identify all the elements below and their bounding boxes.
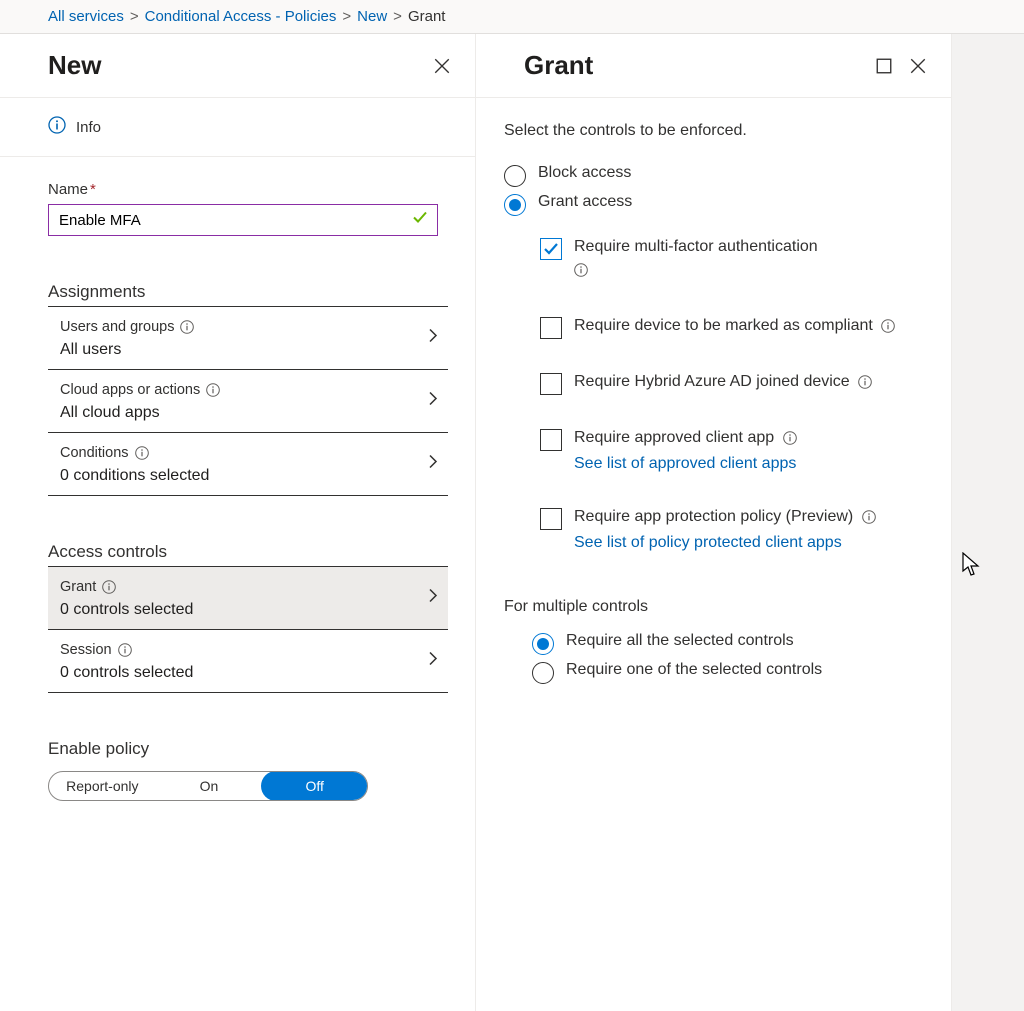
close-icon[interactable] [909,57,927,75]
checkmark-icon [412,210,428,231]
seg-off[interactable]: Off [261,771,368,801]
radio-icon [504,194,526,216]
check-require-mfa[interactable]: Require multi-factor authentication [540,236,923,283]
info-label: Info [76,119,101,136]
info-icon [118,643,132,657]
info-icon [135,446,149,460]
nav-item-value: 0 controls selected [60,664,442,682]
check-require-hybrid[interactable]: Require Hybrid Azure AD joined device [540,371,923,395]
breadcrumb-link[interactable]: New [357,8,387,25]
chevron-right-icon: > [342,8,351,25]
nav-item-value: All users [60,341,442,359]
grant-lead-text: Select the controls to be enforced. [504,122,923,140]
info-icon[interactable] [783,431,797,445]
checkbox-icon [540,317,562,339]
radio-icon [504,165,526,187]
chevron-right-icon: > [393,8,402,25]
nav-item-value: All cloud apps [60,404,442,422]
close-icon[interactable] [433,57,451,75]
radio-require-one[interactable]: Require one of the selected controls [532,661,923,684]
info-bar[interactable]: Info [0,98,475,157]
name-label: Name* [48,181,439,198]
nav-session[interactable]: Session 0 controls selected [48,630,448,693]
nav-conditions[interactable]: Conditions 0 conditions selected [48,433,448,496]
radio-label: Grant access [538,193,632,211]
seg-on[interactable]: On [156,772,263,800]
enable-policy-toggle[interactable]: Report-only On Off [48,771,368,801]
checkbox-label: Require device to be marked as compliant [574,317,873,334]
nav-item-value: 0 controls selected [60,601,442,619]
chevron-right-icon [426,455,440,474]
checkbox-icon [540,429,562,451]
chevron-right-icon [426,652,440,671]
panel-title: New [48,50,101,81]
enable-policy-heading: Enable policy [48,739,439,759]
seg-report-only[interactable]: Report-only [49,772,156,800]
checkbox-icon [540,373,562,395]
multiple-controls-heading: For multiple controls [504,598,923,616]
assignments-heading: Assignments [48,282,448,307]
nav-item-label: Grant [60,579,96,595]
panel-grant: Grant Select the controls to be enforced… [476,34,952,1011]
check-require-app-protection[interactable]: Require app protection policy (Preview) … [540,506,923,553]
info-icon[interactable] [858,375,872,389]
name-input[interactable] [48,204,438,236]
nav-cloud-apps[interactable]: Cloud apps or actions All cloud apps [48,370,448,433]
nav-users-and-groups[interactable]: Users and groups All users [48,307,448,370]
nav-item-label: Conditions [60,445,129,461]
nav-grant[interactable]: Grant 0 controls selected [48,567,448,630]
breadcrumb-current: Grant [408,8,446,25]
nav-item-label: Cloud apps or actions [60,382,200,398]
maximize-icon[interactable] [875,57,893,75]
chevron-right-icon [426,589,440,608]
breadcrumb-link[interactable]: Conditional Access - Policies [145,8,337,25]
checkbox-label: Require Hybrid Azure AD joined device [574,373,850,390]
panel-new: New Info Name* Assignment [0,34,476,1011]
nav-item-label: Session [60,642,112,658]
info-icon [102,580,116,594]
info-icon[interactable] [574,263,588,277]
checkbox-label: Require approved client app [574,429,774,446]
radio-label: Require all the selected controls [566,632,794,650]
panel-title: Grant [524,50,593,81]
radio-grant-access[interactable]: Grant access [504,193,923,216]
checkbox-label: Require multi-factor authentication [574,238,818,255]
checkbox-icon [540,238,562,260]
link-approved-apps[interactable]: See list of approved client apps [574,453,797,475]
panel-header: New [0,34,475,98]
checkbox-label: Require app protection policy (Preview) [574,508,853,525]
chevron-right-icon [426,392,440,411]
chevron-right-icon: > [130,8,139,25]
check-require-approved-app[interactable]: Require approved client app See list of … [540,427,923,474]
access-controls-heading: Access controls [48,542,448,567]
panel-empty [952,34,1024,1011]
radio-icon [532,662,554,684]
radio-label: Block access [538,164,631,182]
radio-label: Require one of the selected controls [566,661,822,679]
radio-block-access[interactable]: Block access [504,164,923,187]
info-icon[interactable] [881,319,895,333]
link-policy-protected-apps[interactable]: See list of policy protected client apps [574,532,876,554]
check-require-compliant[interactable]: Require device to be marked as compliant [540,315,923,339]
info-icon[interactable] [862,510,876,524]
breadcrumb: All services > Conditional Access - Poli… [0,0,1024,34]
checkbox-icon [540,508,562,530]
breadcrumb-link[interactable]: All services [48,8,124,25]
panel-header: Grant [476,34,951,98]
info-icon [180,320,194,334]
radio-icon [532,633,554,655]
chevron-right-icon [426,329,440,348]
radio-require-all[interactable]: Require all the selected controls [532,632,923,655]
info-icon [48,116,66,138]
nav-item-value: 0 conditions selected [60,467,442,485]
nav-item-label: Users and groups [60,319,174,335]
info-icon [206,383,220,397]
